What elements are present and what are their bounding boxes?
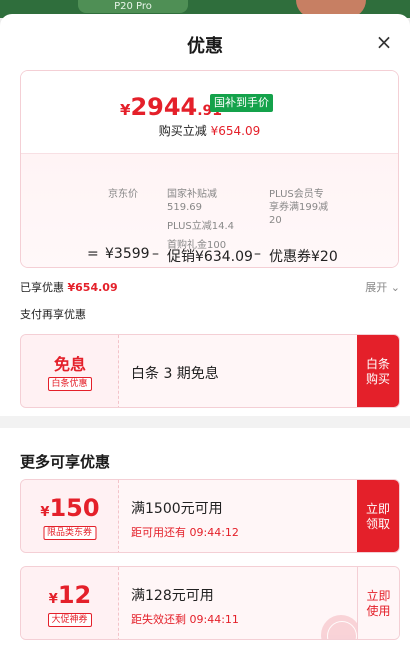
coupon-150-title: 满1500元可用 [131,501,223,517]
model-tag: P20 Pro [78,0,188,13]
interest-free-badge-area: 免息 白条优惠 [21,335,119,407]
jd-price-label: 京东价 [108,189,138,200]
expand-label: 展开 [365,281,388,294]
formula-equals: = [87,246,99,262]
section-divider [0,416,410,428]
coupon-150-value-area: ¥150 限品类东券 [21,480,119,552]
price-formula-area: = ¥3599 – 促销¥634.09 – 优惠券¥20 京东价 国家补贴减 5… [21,153,398,267]
final-price: ¥2944.91 [120,93,222,121]
final-price-integer: 2944 [130,93,198,121]
coupon-12-card: ¥12 大促神券 满128元可用 距失效还剩 09:44:11 立即 使用 [20,566,400,640]
coupon-150-amount: 150 [49,494,100,522]
enjoyed-discount-row: 已享优惠 ¥654.09 展开 ⌄ [20,279,400,295]
baitiao-buy-line1: 白条 [365,357,390,371]
coupon-12-currency: ¥ [48,592,58,607]
formula-coupon: 优惠券¥20 [269,249,338,265]
promo-detail-national-subsidy: 国家补贴减 [167,189,217,200]
gov-subsidy-badge: 国补到手价 [210,94,273,112]
expand-toggle[interactable]: 展开 ⌄ [365,279,400,295]
coupon-detail-line3: 20 [269,215,282,226]
coupon-150-value: ¥150 [21,494,119,522]
claimed-stamp [321,615,361,639]
coupon-150-countdown: 距可用还有 09:44:12 [131,526,239,539]
coupon-12-value: ¥12 [21,581,119,609]
claim-line2: 领取 [365,517,390,531]
enjoyed-label: 已享优惠 [20,281,64,294]
final-price-currency: ¥ [120,101,131,119]
interest-free-tag: 白条优惠 [47,377,92,391]
formula-minus-1: – [152,246,159,262]
claim-line1: 立即 [365,502,390,516]
sheet-title: 优惠 [187,36,223,57]
use-coupon-button[interactable]: 立即 使用 [357,567,399,639]
claim-coupon-button[interactable]: 立即 领取 [357,480,399,552]
more-discounts-title: 更多可享优惠 [20,453,111,471]
baitiao-buy-line2: 购买 [365,372,390,386]
promo-detail-first-buy: 首购礼金100 [167,240,227,251]
promo-detail-plus: PLUS立减14.4 [167,221,235,232]
price-breakdown-card: ¥2944.91 国补到手价 购买立减 ¥654.09 = ¥3599 – 促销… [20,70,399,268]
use-line2: 使用 [366,604,391,618]
pay-more-label: 支付再享优惠 [20,308,86,321]
final-price-area: ¥2944.91 国补到手价 购买立减 ¥654.09 [21,71,398,153]
discount-sheet: 优惠 × ¥2944.91 国补到手价 购买立减 ¥654.09 = ¥3599… [0,14,410,659]
coupon-12-value-area: ¥12 大促神券 [21,567,119,639]
formula-minus-2: – [254,246,261,262]
coupon-12-countdown: 距失效还剩 09:44:11 [131,613,239,626]
coupon-detail-line1: PLUS会员专 [269,189,324,200]
reduce-amount: ¥654.09 [210,124,261,138]
formula-jd-price: ¥3599 [105,246,150,262]
coupon-12-title: 满128元可用 [131,588,214,604]
promo-detail-national-subsidy-amount: 519.69 [167,202,202,213]
use-line1: 立即 [366,589,391,603]
coupon-150-tag: 限品类东券 [42,526,97,540]
chevron-down-icon: ⌄ [390,281,400,294]
coupon-12-amount: 12 [57,581,92,609]
reduce-line: 购买立减 ¥654.09 [21,122,398,139]
interest-free-big: 免息 [53,355,86,374]
close-icon[interactable]: × [370,28,398,56]
enjoyed-amount: ¥654.09 [67,281,118,294]
coupon-150-card: ¥150 限品类东券 满1500元可用 距可用还有 09:44:12 立即 领取 [20,479,400,553]
coupon-detail-line2: 享券满199减 [269,202,329,213]
coupon-12-tag: 大促神券 [47,613,92,627]
interest-free-title: 白条 3 期免息 [131,366,219,382]
reduce-label: 购买立减 [158,124,207,138]
interest-free-card: 免息 白条优惠 白条 3 期免息 白条 购买 [20,334,400,408]
baitiao-buy-button[interactable]: 白条 购买 [357,335,399,407]
